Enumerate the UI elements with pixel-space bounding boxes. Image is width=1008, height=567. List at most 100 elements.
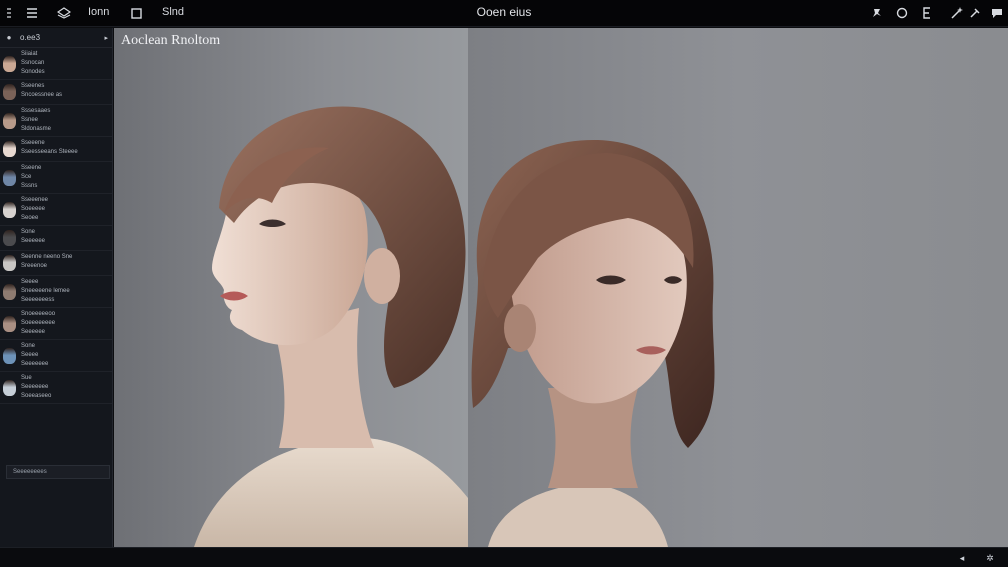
layer-line: Sssns — [21, 183, 38, 189]
thumbnail-image — [2, 347, 16, 364]
circle-icon[interactable] — [893, 4, 911, 22]
layer-line: Seoee — [21, 215, 39, 221]
layer-line: Sseeenee — [21, 197, 49, 203]
layer-line: Sone — [21, 343, 36, 349]
layer-lines: Seeee Sneeeeene lemee Seeeeeeess — [18, 276, 74, 307]
layer-thumbnail — [0, 137, 18, 161]
layer-lines: Sone Seeee Seeeeeee — [18, 340, 52, 371]
layer-group[interactable]: Snoeeeeeoo Soeeeeeeee Seeeeee — [0, 308, 112, 340]
layer-line: Sssesaaes — [21, 108, 51, 114]
layer-line: Seeeeeee — [21, 384, 49, 390]
canvas-panel-left[interactable]: Aoclean Rnoltom — [114, 28, 468, 547]
layer-lines: Sseeenee Soeeeee Seoee — [18, 194, 52, 225]
layer-group[interactable]: Siiaiat Ssnocan Sonodes — [0, 48, 112, 80]
layer-group[interactable]: Sue Seeeeeee Soeeaseeo — [0, 372, 112, 404]
layer-line: Sldonasme — [21, 126, 52, 132]
layer-line: Snoeeeeeoo — [21, 311, 56, 317]
layer-line: Sseenes — [21, 83, 45, 89]
layer-line: Sreeenoe — [21, 263, 48, 269]
chat-icon[interactable] — [988, 4, 1006, 22]
layer-line: Ssnee — [21, 117, 39, 123]
sidebar-header[interactable]: ● o.ee3 ▸ — [0, 28, 112, 48]
layer-line: Sncoessnee as — [21, 92, 63, 98]
thumbnail-image — [2, 201, 16, 218]
thumbnail-image — [2, 112, 16, 129]
bottom-bar: ◂ ✲ — [0, 547, 1008, 567]
layer-thumbnail — [0, 372, 18, 403]
edit-icon[interactable] — [918, 4, 936, 22]
layer-thumbnail — [0, 48, 18, 79]
layer-lines: Sseene Sce Sssns — [18, 162, 45, 193]
settings-icon[interactable]: ✲ — [983, 551, 997, 565]
layer-line: Ssnocan — [21, 60, 45, 66]
layer-line: Soeeeee — [21, 206, 46, 212]
top-bar: Ionn Slnd Ooen eius — [0, 0, 1008, 27]
layers-sidebar: ● o.ee3 ▸ Siiaiat Ssnocan Sonodes Sseenes Sn… — [0, 28, 113, 547]
layer-lines: Snoeeeeeoo Soeeeeeeee Seeeeee — [18, 308, 59, 339]
layer-line: Seeeeeeess — [21, 297, 55, 303]
layer-line: Seeeeee — [21, 329, 46, 335]
layer-line: Sseene — [21, 165, 42, 171]
canvas-area[interactable]: Aoclean Rnoltom — [114, 28, 1008, 547]
layer-group[interactable]: Sseeenee Soeeeee Seoee — [0, 194, 112, 226]
layer-line: Siiaiat — [21, 51, 38, 57]
layer-line: Sseesseeans Steeee — [21, 149, 78, 155]
layer-line: Sseeene — [21, 140, 45, 146]
layer-line: Sonodes — [21, 69, 45, 75]
thumbnail-image — [2, 379, 16, 396]
layer-thumbnail — [0, 80, 18, 104]
layer-line: Sneeeeene lemee — [21, 288, 70, 294]
layer-line: Sone — [21, 229, 36, 235]
thumbnail-image — [2, 315, 16, 332]
sidebar-header-label: o.ee3 — [20, 33, 41, 42]
layer-group[interactable]: Sseene Sce Sssns — [0, 162, 112, 194]
layer-group[interactable]: Sssesaaes Ssnee Sldonasme — [0, 105, 112, 137]
thumbnail-image — [2, 169, 16, 186]
layer-group[interactable]: Seenne neeno Sne Sreeenoe — [0, 251, 112, 276]
layer-group[interactable]: Sone Seeeeee — [0, 226, 112, 251]
thumbnail-image — [2, 283, 16, 300]
square-icon[interactable] — [127, 4, 145, 22]
layer-line: Seeee — [21, 279, 39, 285]
menu-item-ionn[interactable]: Ionn — [88, 6, 109, 18]
layer-thumbnail — [0, 340, 18, 371]
visibility-icon[interactable]: ● — [4, 33, 14, 42]
tool-icon[interactable] — [966, 4, 984, 22]
thumbnail-image — [2, 255, 16, 271]
layer-line: Soeeeeeeee — [21, 320, 56, 326]
layer-line: Sce — [21, 174, 32, 180]
layer-line: Seeee — [21, 352, 39, 358]
left-edge-icon[interactable] — [0, 4, 18, 22]
volume-icon[interactable]: ◂ — [955, 551, 969, 565]
window-title: Ooen eius — [476, 5, 532, 19]
layer-lines: Sue Seeeeeee Soeeaseeo — [18, 372, 55, 403]
chevron-right-icon[interactable]: ▸ — [104, 34, 108, 42]
thumbnail-image — [2, 55, 16, 72]
layer-line: Sue — [21, 375, 32, 381]
layer-lines: Sssesaaes Ssnee Sldonasme — [18, 105, 55, 136]
layer-lines: Sseeene Sseesseeans Steeee — [18, 137, 82, 161]
sidebar-footer-field[interactable]: Seeeeeeees — [6, 465, 110, 479]
portrait-right-image — [471, 139, 715, 547]
layer-line: Seeeeeee — [21, 361, 49, 367]
layer-lines: Sseenes Sncoessnee as — [18, 80, 66, 104]
layer-group[interactable]: Seeee Sneeeeene lemee Seeeeeeess — [0, 276, 112, 308]
layer-line: Seeeeee — [21, 238, 46, 244]
layer-line: Seenne neeno Sne — [21, 254, 73, 260]
layer-lines: Sone Seeeeee — [18, 226, 49, 250]
layer-lines: Seenne neeno Sne Sreeenoe — [18, 251, 76, 275]
canvas-label: Aoclean Rnoltom — [121, 33, 221, 48]
layer-thumbnail — [0, 226, 18, 250]
thumbnail-image — [2, 230, 16, 246]
layer-group[interactable]: Sseenes Sncoessnee as — [0, 80, 112, 105]
pin-icon[interactable] — [868, 4, 886, 22]
layer-line: Soeeaseeo — [21, 393, 52, 399]
magic-wand-icon[interactable] — [948, 4, 966, 22]
layer-group[interactable]: Sone Seeee Seeeeeee — [0, 340, 112, 372]
layer-thumbnail — [0, 276, 18, 307]
layer-group[interactable]: Sseeene Sseesseeans Steeee — [0, 137, 112, 162]
hamburger-menu-icon[interactable] — [23, 4, 41, 22]
menu-item-slnd[interactable]: Slnd — [162, 6, 184, 18]
layers-icon[interactable] — [55, 4, 73, 22]
canvas-panel-right[interactable] — [468, 28, 1008, 547]
